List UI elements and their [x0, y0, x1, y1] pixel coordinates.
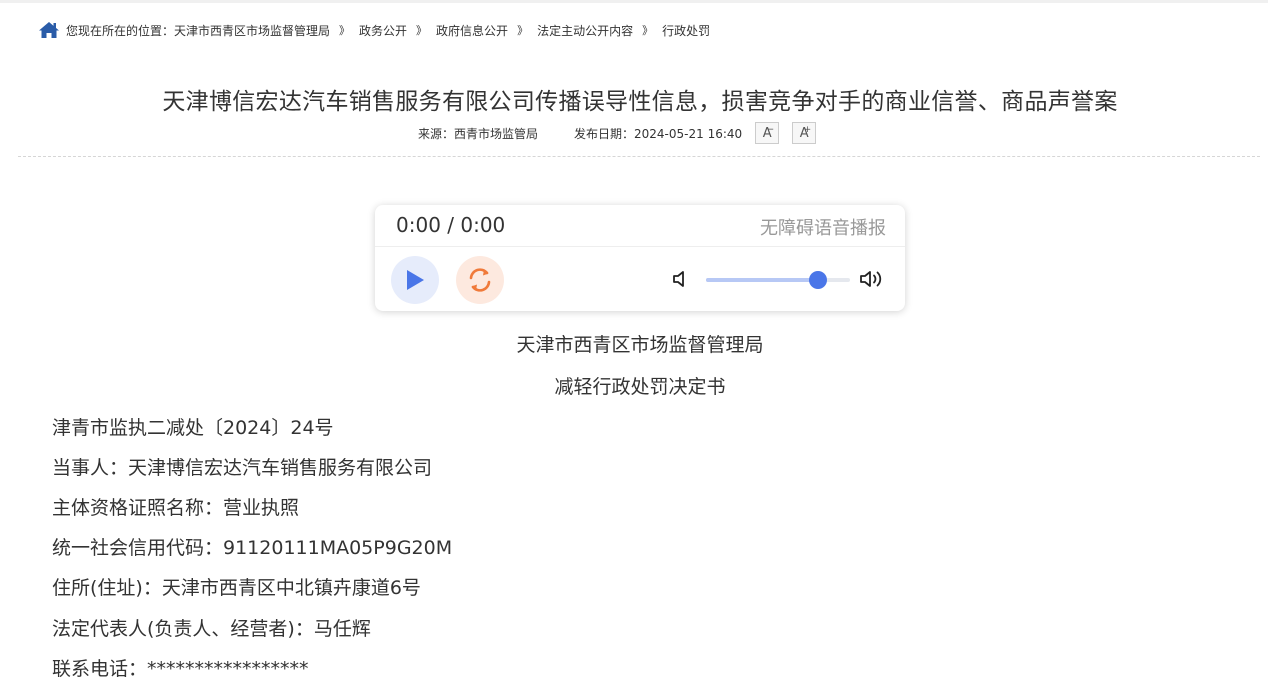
issuing-agency: 天津市西青区市场监督管理局: [516, 334, 764, 356]
player-label: 无障碍语音播报: [760, 218, 886, 239]
player-divider: [375, 246, 905, 247]
breadcrumb-item-bureau[interactable]: 天津市西青区市场监督管理局: [174, 22, 330, 39]
document-line-license: 主体资格证照名称：营业执照: [52, 497, 300, 519]
top-border: [0, 0, 1268, 3]
breadcrumb-separator: 》: [642, 24, 654, 37]
breadcrumb-item-gov-info[interactable]: 政府信息公开: [436, 22, 508, 39]
volume-high-icon[interactable]: [859, 269, 887, 289]
player-time: 0:00 / 0:00: [396, 213, 506, 237]
breadcrumb-separator: 》: [416, 24, 428, 37]
breadcrumb-prefix: 您现在所在的位置：: [66, 23, 175, 38]
breadcrumb-item-statutory[interactable]: 法定主动公开内容: [537, 22, 633, 39]
replay-button[interactable]: [456, 256, 504, 304]
breadcrumb-separator: 》: [517, 24, 529, 37]
title-divider: [18, 156, 1260, 157]
article-meta: 来源：西青市场监管局 发布日期：2024-05-21 16:40 A − A +: [418, 122, 817, 144]
minus-icon: −: [766, 125, 775, 135]
breadcrumb-item-penalty[interactable]: 行政处罚: [662, 22, 710, 39]
article-date: 发布日期：2024-05-21 16:40: [574, 126, 743, 141]
font-increase-button[interactable]: A +: [792, 122, 817, 144]
plus-icon: +: [803, 125, 812, 135]
volume-fill: [706, 278, 819, 282]
document-line-party: 当事人：天津博信宏达汽车销售服务有限公司: [52, 457, 433, 479]
play-button[interactable]: [391, 256, 439, 304]
breadcrumb-item-gov-affairs[interactable]: 政务公开: [359, 22, 407, 39]
replay-icon: [469, 268, 491, 292]
document-line-credit-code: 统一社会信用代码：91120111MA05P9G20M: [52, 537, 453, 559]
audio-player: 0:00 / 0:00 无障碍语音播报: [375, 205, 905, 311]
volume-slider[interactable]: [706, 271, 850, 289]
font-decrease-button[interactable]: A −: [755, 122, 780, 144]
volume-thumb[interactable]: [809, 271, 828, 289]
document-line-phone: 联系电话：*****************: [52, 658, 309, 680]
document-line-address: 住所(住址)：天津市西青区中北镇卉康道6号: [52, 577, 421, 599]
page-title: 天津博信宏达汽车销售服务有限公司传播误导性信息，损害竞争对手的商业信誉、商品声誉…: [162, 89, 1118, 115]
document-line-representative: 法定代表人(负责人、经营者)：马任辉: [52, 618, 371, 640]
document-line-number: 津青市监执二减处〔2024〕24号: [52, 417, 334, 439]
home-icon[interactable]: [38, 21, 60, 39]
breadcrumb-separator: 》: [339, 24, 351, 37]
breadcrumb: 您现在所在的位置： 天津市西青区市场监督管理局 》 政务公开 》 政府信息公开 …: [38, 20, 710, 40]
play-icon: [407, 270, 424, 290]
document-title: 减轻行政处罚决定书: [554, 376, 726, 398]
article-source: 来源：西青市场监管局: [418, 126, 539, 141]
volume-low-icon[interactable]: [671, 269, 691, 289]
